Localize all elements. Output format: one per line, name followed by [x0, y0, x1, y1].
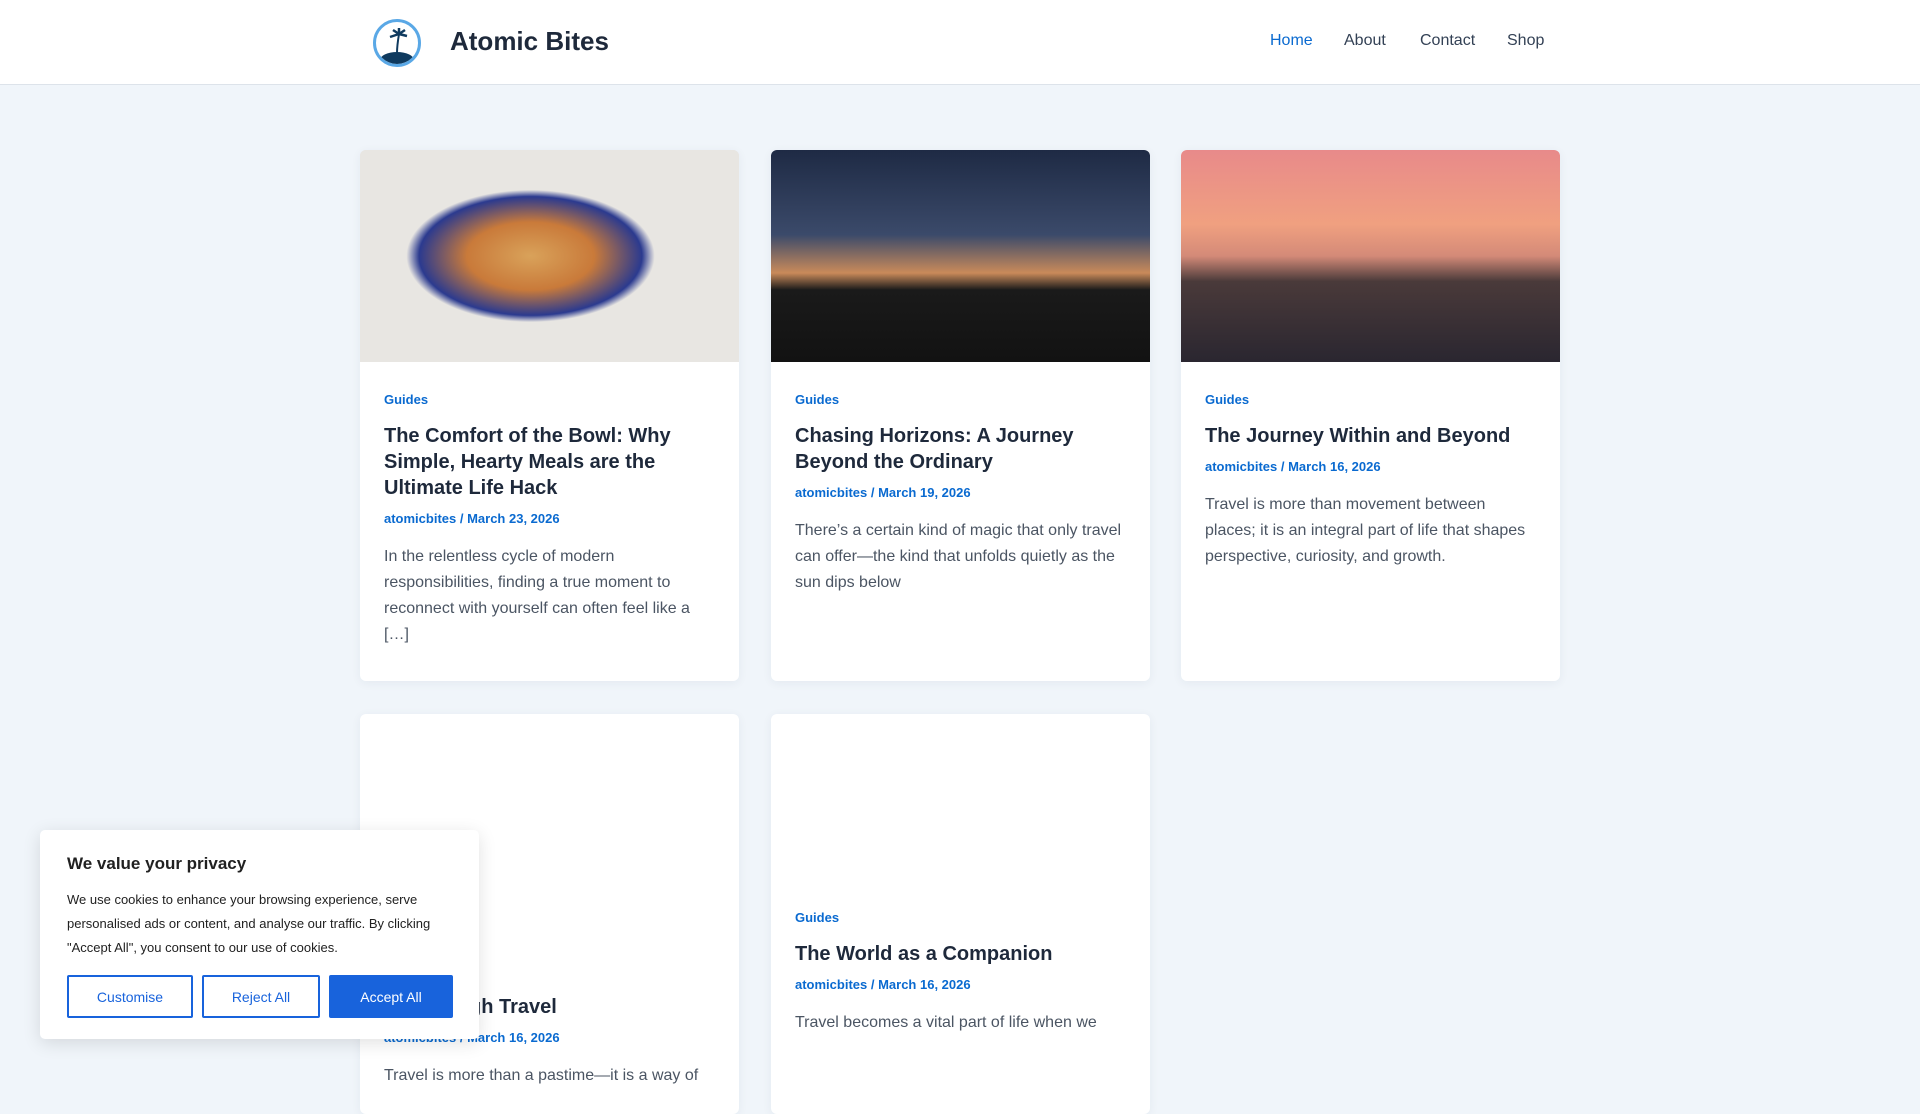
post-meta[interactable]: atomicbites / March 16, 2026 — [1205, 459, 1536, 474]
post-excerpt: In the relentless cycle of modern respon… — [384, 548, 690, 643]
post-card: Guides Chasing Horizons: A Journey Beyon… — [771, 150, 1150, 681]
cookie-consent-banner: We value your privacy We use cookies to … — [40, 830, 479, 1039]
post-meta[interactable]: atomicbites / March 23, 2026 — [384, 511, 715, 526]
post-meta[interactable]: atomicbites / March 16, 2026 — [795, 977, 1126, 992]
customise-button[interactable]: Customise — [67, 975, 193, 1018]
reject-all-button[interactable]: Reject All — [202, 975, 320, 1018]
cookie-body: We use cookies to enhance your browsing … — [67, 892, 431, 955]
post-card: Guides The World as a Companion atomicbi… — [771, 714, 1150, 1114]
nav-contact[interactable]: Contact — [1420, 32, 1475, 50]
nav-about[interactable]: About — [1344, 32, 1386, 50]
post-excerpt: There’s a certain kind of magic that onl… — [795, 522, 1122, 591]
nav-shop[interactable]: Shop — [1507, 32, 1544, 50]
post-excerpt: Travel becomes a vital part of life when… — [795, 1014, 1097, 1031]
site-header: Atomic Bites Home About Contact Shop — [0, 0, 1920, 85]
site-title[interactable]: Atomic Bites — [450, 26, 609, 57]
post-meta[interactable]: atomicbites / March 19, 2026 — [795, 485, 1126, 500]
post-image[interactable] — [771, 150, 1150, 362]
post-excerpt: Travel is more than a pastime—it is a wa… — [384, 1067, 699, 1084]
post-card: Guides The Comfort of the Bowl: Why Simp… — [360, 150, 739, 681]
post-category[interactable]: Guides — [1205, 392, 1536, 407]
post-title[interactable]: The Journey Within and Beyond — [1205, 423, 1536, 449]
post-title[interactable]: The World as a Companion — [795, 941, 1126, 967]
nav-home[interactable]: Home — [1270, 32, 1313, 50]
post-image[interactable] — [1181, 150, 1560, 362]
post-image[interactable] — [360, 150, 739, 362]
post-category[interactable]: Guides — [795, 392, 1126, 407]
palm-island-icon — [380, 28, 414, 64]
post-excerpt: Travel is more than movement between pla… — [1205, 496, 1526, 565]
post-title[interactable]: The Comfort of the Bowl: Why Simple, Hea… — [384, 423, 715, 501]
accept-all-button[interactable]: Accept All — [329, 975, 453, 1018]
post-category[interactable]: Guides — [795, 910, 1126, 925]
post-title[interactable]: Chasing Horizons: A Journey Beyond the O… — [795, 423, 1126, 475]
cookie-title: We value your privacy — [67, 854, 247, 873]
post-category[interactable]: Guides — [384, 392, 715, 407]
post-card: Guides The Journey Within and Beyond ato… — [1181, 150, 1560, 681]
site-logo[interactable] — [373, 19, 421, 67]
